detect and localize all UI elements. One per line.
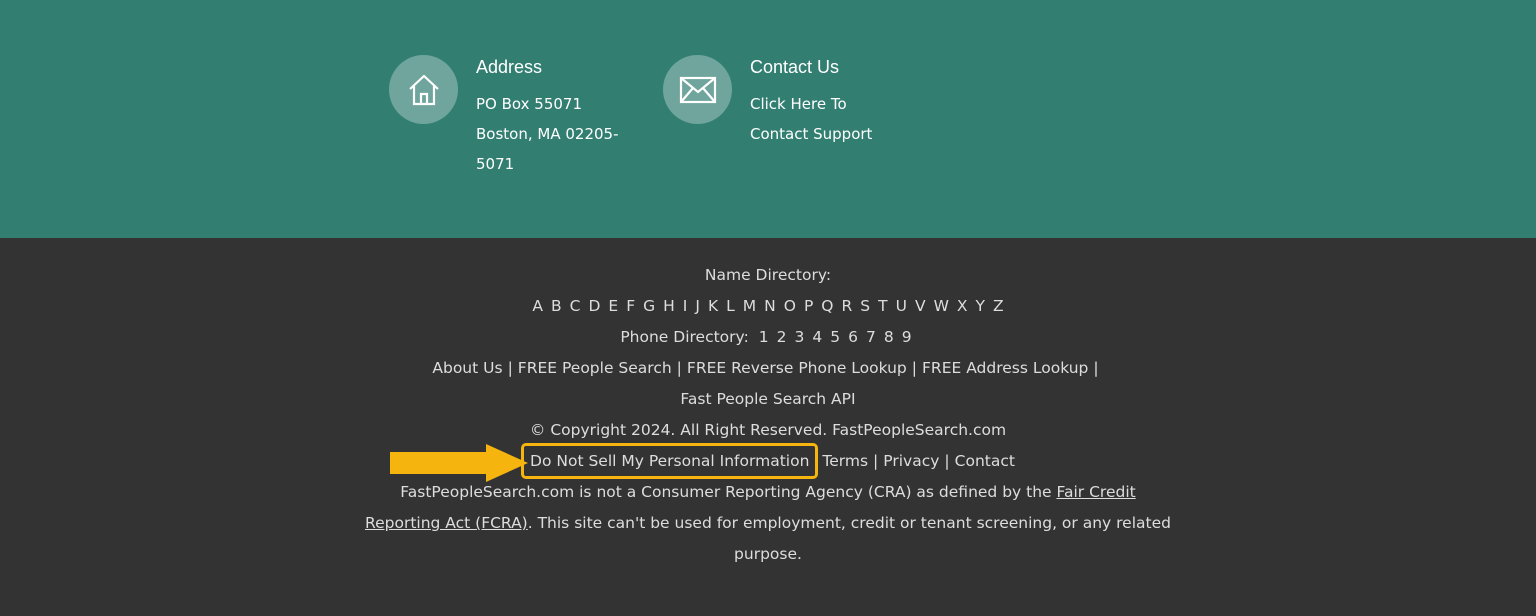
privacy-link[interactable]: Privacy: [883, 452, 939, 470]
digit-link[interactable]: 4: [812, 328, 822, 346]
contact-link[interactable]: Contact: [955, 452, 1015, 470]
do-not-sell-link[interactable]: Do Not Sell My Personal Information: [530, 452, 809, 470]
legal-links-row: Do Not Sell My Personal Information Terms…: [0, 443, 1536, 479]
digit-link[interactable]: 5: [830, 328, 840, 346]
contact-info-section: Address PO Box 55071 Boston, MA 02205- 5…: [0, 0, 1536, 238]
letter-link[interactable]: U: [896, 297, 907, 315]
letter-link[interactable]: Z: [993, 297, 1004, 315]
terms-link[interactable]: Terms: [822, 452, 868, 470]
letter-link[interactable]: V: [915, 297, 926, 315]
letter-link[interactable]: O: [784, 297, 796, 315]
name-directory-label: Name Directory:: [704, 266, 832, 284]
letter-link[interactable]: W: [934, 297, 949, 315]
letter-link[interactable]: I: [683, 297, 688, 315]
address-line: Boston, MA 02205-: [476, 125, 619, 143]
disclaimer-line-3: purpose.: [734, 545, 802, 563]
letter-link[interactable]: L: [726, 297, 735, 315]
separator: |: [1093, 359, 1099, 377]
do-not-sell-highlight: Do Not Sell My Personal Information: [521, 443, 819, 479]
api-link[interactable]: Fast People Search API: [680, 390, 855, 408]
letter-link[interactable]: R: [842, 297, 853, 315]
fcra-link[interactable]: Reporting Act (FCRA): [365, 514, 528, 532]
letter-link[interactable]: T: [878, 297, 887, 315]
arrow-annotation-icon: [390, 444, 528, 482]
api-link-row: Fast People Search API: [0, 390, 1536, 408]
letter-link[interactable]: D: [588, 297, 600, 315]
letter-link[interactable]: K: [708, 297, 718, 315]
footer-links-row: About Us | FREE People Search | FREE Reverse…: [0, 359, 1536, 377]
separator: |: [676, 359, 682, 377]
digit-link[interactable]: 2: [777, 328, 787, 346]
letter-link[interactable]: E: [608, 297, 618, 315]
envelope-icon[interactable]: [663, 55, 732, 124]
letter-link[interactable]: J: [695, 297, 700, 315]
contact-title: Contact Us: [750, 57, 840, 77]
letter-link[interactable]: C: [570, 297, 581, 315]
phone-directory: Phone Directory: 1 2 3 4 5 6 7 8 9: [0, 328, 1536, 346]
copyright: © Copyright 2024. All Right Reserved. Fa…: [529, 421, 1007, 439]
address-lookup-link[interactable]: FREE Address Lookup: [922, 359, 1088, 377]
letter-link[interactable]: H: [663, 297, 675, 315]
disclaimer-line-1: FastPeopleSearch.com is not a Consumer R…: [0, 483, 1536, 501]
letter-link[interactable]: X: [957, 297, 968, 315]
address-line: 5071: [476, 155, 515, 173]
digit-link[interactable]: 1: [759, 328, 769, 346]
separator: |: [507, 359, 513, 377]
digit-link[interactable]: 6: [848, 328, 858, 346]
home-icon: [389, 55, 458, 124]
disclaimer-line-2: Reporting Act (FCRA). This site can't be…: [0, 514, 1536, 532]
name-directory-letters: ABCDEFGHIJKLMNOPQRSTUVWXYZ: [0, 297, 1536, 315]
contact-link[interactable]: Click Here To: [750, 94, 872, 114]
letter-link[interactable]: S: [860, 297, 870, 315]
letter-link[interactable]: F: [626, 297, 635, 315]
digit-link[interactable]: 8: [884, 328, 894, 346]
footer: Name Directory: ABCDEFGHIJKLMNOPQRSTUVWX…: [0, 238, 1536, 616]
letter-link[interactable]: B: [551, 297, 562, 315]
disclaimer-text: . This site can't be used for employment…: [527, 514, 1171, 532]
fcra-link[interactable]: Fair Credit: [1057, 483, 1136, 501]
phone-directory-label: Phone Directory:: [620, 328, 749, 346]
letter-link[interactable]: Q: [821, 297, 833, 315]
letter-link[interactable]: A: [532, 297, 543, 315]
disclaimer-text: FastPeopleSearch.com is not a Consumer R…: [400, 483, 1057, 501]
contact-link[interactable]: Contact Support: [750, 119, 872, 150]
letter-link[interactable]: G: [643, 297, 655, 315]
letter-link[interactable]: Y: [976, 297, 985, 315]
separator: |: [911, 359, 918, 377]
letter-link[interactable]: N: [764, 297, 776, 315]
digit-link[interactable]: 7: [866, 328, 876, 346]
people-search-link[interactable]: FREE People Search: [518, 359, 672, 377]
separator: |: [944, 452, 950, 470]
about-us-link[interactable]: About Us: [432, 359, 502, 377]
address-title: Address: [476, 57, 543, 77]
digit-link[interactable]: 3: [795, 328, 805, 346]
separator: |: [873, 452, 879, 470]
digit-link[interactable]: 9: [902, 328, 912, 346]
address-line: PO Box 55071: [476, 95, 582, 113]
letter-link[interactable]: M: [743, 297, 756, 315]
letter-link[interactable]: P: [804, 297, 813, 315]
reverse-phone-link[interactable]: FREE Reverse Phone Lookup: [687, 359, 907, 377]
